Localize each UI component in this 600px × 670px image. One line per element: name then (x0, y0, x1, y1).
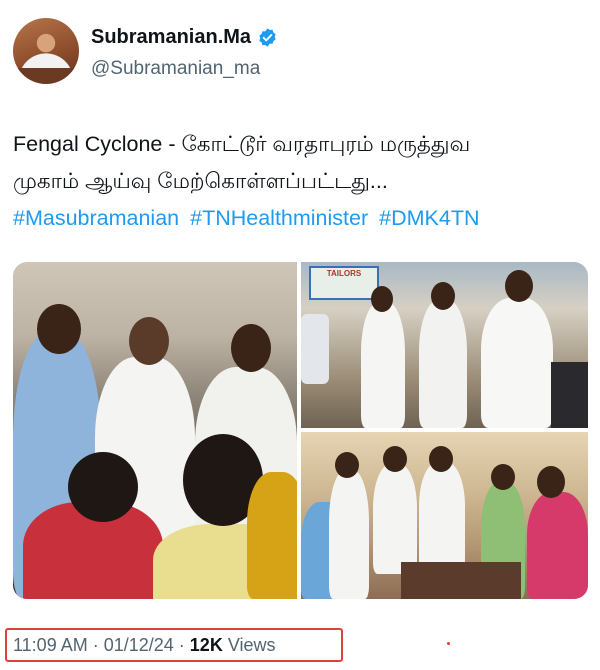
person-head (231, 324, 271, 372)
tweet-text-line-1: Fengal Cyclone - கோட்டூர் வரதாபுரம் மருத… (13, 132, 471, 156)
person-head (68, 452, 138, 522)
media-photo-2[interactable]: TAILORS (301, 262, 588, 428)
person-head (371, 286, 393, 312)
tweet-media-grid: TAILORS (13, 262, 588, 599)
views-label: Views (227, 634, 276, 655)
author-display-name[interactable]: Subramanian.Ma (91, 26, 251, 49)
person-figure (481, 298, 553, 428)
tweet-meta-highlight: 11:09 AM · 01/12/24 · 12K Views (5, 628, 343, 662)
person-head (383, 446, 407, 472)
person-head (505, 270, 533, 302)
table (401, 562, 521, 599)
media-photo-3[interactable] (301, 432, 588, 599)
stray-dot (447, 642, 450, 645)
person-head (129, 317, 169, 365)
person-figure (419, 300, 467, 428)
parked-car (301, 314, 329, 384)
hashtag-link[interactable]: #DMK4TN (379, 206, 479, 230)
person-figure (419, 462, 465, 572)
person-head (431, 282, 455, 310)
person-figure (527, 492, 588, 599)
verified-badge-icon (259, 28, 276, 47)
shop-sign: TAILORS (309, 266, 379, 300)
tweet-time[interactable]: 11:09 AM (13, 635, 88, 656)
tweet-text: Fengal Cyclone - கோட்டூர் வரதாபுரம் மருத… (13, 126, 583, 237)
author-handle[interactable]: @Subramanian_ma (91, 58, 260, 80)
person-head (429, 446, 453, 472)
person-head (491, 464, 515, 490)
tweet-date[interactable]: 01/12/24 (104, 635, 174, 656)
motorbike (551, 362, 588, 428)
hashtag-link[interactable]: #TNHealthminister (190, 206, 368, 230)
person-head (335, 452, 359, 478)
person-figure (329, 470, 369, 599)
media-photo-1[interactable] (13, 262, 297, 599)
hashtag-link[interactable]: #Masubramanian (13, 206, 179, 230)
views-count: 12K (189, 634, 223, 655)
hashtag-list: #Masubramanian #TNHealthminister #DMK4TN (13, 200, 583, 237)
meta-separator: · (178, 634, 185, 655)
tweet-text-line-2: முகாம் ஆய்வு மேற்கொள்ளப்பட்டது... (13, 169, 388, 193)
person-figure (247, 472, 297, 599)
avatar-desk (13, 68, 79, 84)
person-head (37, 304, 81, 354)
author-avatar[interactable] (13, 18, 79, 84)
shop-sign-text: TAILORS (326, 269, 362, 278)
person-figure (361, 302, 405, 428)
meta-separator: · (92, 634, 99, 655)
person-figure (373, 464, 417, 574)
author-name-row[interactable]: Subramanian.Ma (91, 26, 278, 49)
person-head (537, 466, 565, 498)
